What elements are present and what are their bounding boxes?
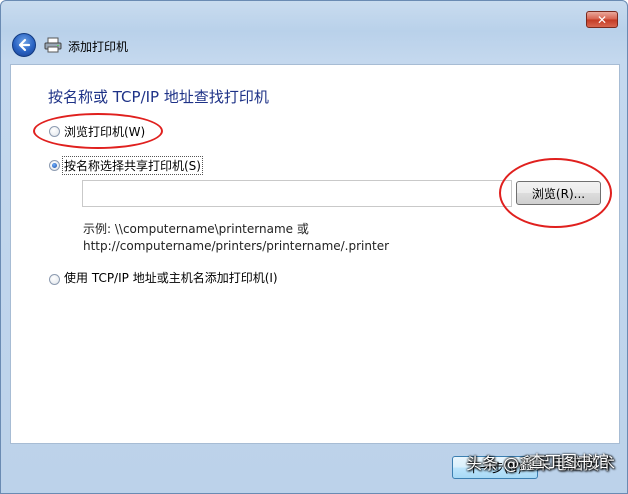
example-text: 示例: \\computername\printername 或 http://…	[83, 221, 389, 255]
close-icon: ✕	[596, 12, 608, 27]
watermark-logo-text: 查丁图书馆	[529, 452, 610, 471]
printer-icon	[44, 37, 62, 53]
window-title: 添加打印机	[68, 40, 129, 54]
select-shared-printer-label[interactable]: 按名称选择共享打印机(S)	[62, 156, 203, 175]
tcpip-printer-radio[interactable]	[49, 274, 60, 285]
page-heading: 按名称或 TCP/IP 地址查找打印机	[48, 88, 269, 106]
example-line-2: http://computername/printers/printername…	[83, 239, 390, 253]
annotation-ellipse-browse-printers	[33, 113, 163, 149]
back-button[interactable]	[12, 33, 36, 57]
close-button[interactable]: ✕	[586, 11, 618, 28]
select-shared-printer-radio[interactable]	[49, 160, 60, 171]
annotation-ellipse-browse-button	[499, 158, 612, 228]
tcpip-printer-label[interactable]: 使用 TCP/IP 地址或主机名添加打印机(I)	[64, 269, 278, 286]
shared-printer-path-input[interactable]	[82, 180, 512, 207]
add-printer-window: ✕ 添加打印机 按名称或 TCP/IP 地址查找打印机 浏览打印机(W) 按名称…	[0, 0, 628, 494]
back-arrow-icon	[18, 38, 31, 52]
example-line-1: 示例: \\computername\printername 或	[83, 222, 309, 236]
